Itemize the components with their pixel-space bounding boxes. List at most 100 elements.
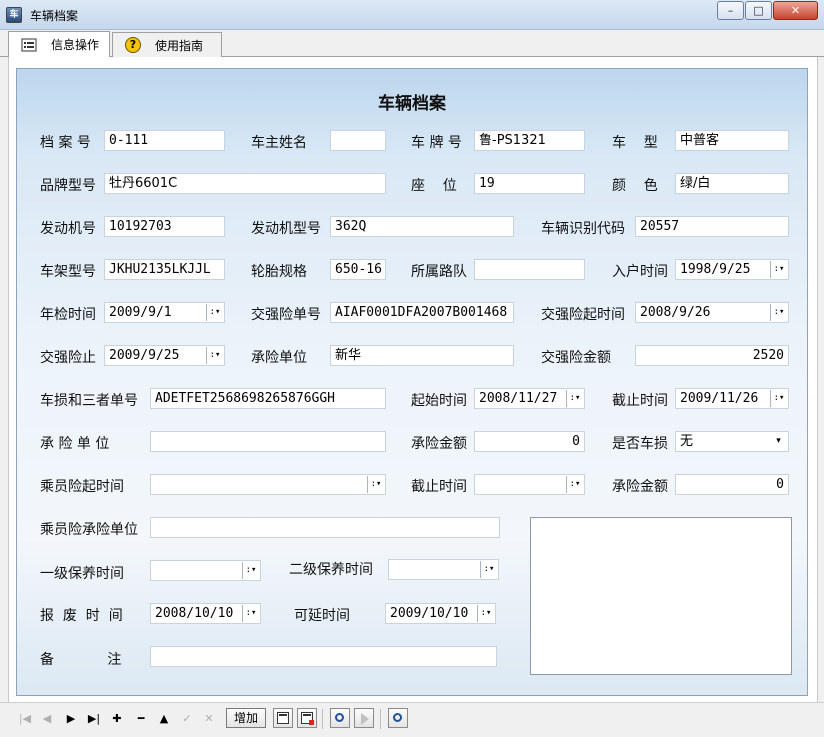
print-setup-icon[interactable]: [297, 708, 317, 728]
label-frame-model: 车架型号: [40, 264, 96, 280]
compulsory-start-picker[interactable]: 2008/9/26 :▾: [635, 302, 789, 323]
color-field[interactable]: 绿/白: [675, 173, 789, 194]
chevron-down-icon[interactable]: :▾: [770, 304, 787, 321]
label-insured-amount: 承险金额: [411, 436, 467, 452]
chevron-down-icon[interactable]: :▾: [566, 476, 583, 493]
brand-model-field[interactable]: 牡丹6601C: [104, 173, 386, 194]
frame-model-field[interactable]: JKHU2135LKJJL: [104, 259, 225, 280]
compulsory-end-picker[interactable]: 2009/9/25 :▾: [104, 345, 225, 366]
vehicle-damage-select[interactable]: 无 ▾: [675, 431, 789, 452]
compulsory-end-value: 2009/9/25: [109, 348, 180, 363]
extend-date-picker[interactable]: 2009/10/10 :▾: [385, 603, 496, 624]
label-car-type: 车 型: [612, 135, 658, 151]
post-record-button[interactable]: ✓: [178, 710, 196, 728]
label-scrap-date: 报 废 时 间: [40, 608, 123, 624]
damage-third-no-field[interactable]: ADETFET2568698265876GGH: [150, 388, 386, 409]
preview-icon[interactable]: [388, 708, 408, 728]
remarks-field[interactable]: [150, 646, 497, 667]
label-extend-date: 可延时间: [294, 608, 350, 624]
chevron-down-icon[interactable]: ▾: [770, 433, 787, 450]
car-type-field[interactable]: 中普客: [675, 130, 789, 151]
next-record-button[interactable]: ▶: [62, 710, 80, 728]
start-date-picker[interactable]: 2008/11/27 :▾: [474, 388, 585, 409]
engine-model-field[interactable]: 362Q: [330, 216, 514, 237]
label-engine-model: 发动机型号: [251, 221, 321, 237]
owner-name-field[interactable]: [330, 130, 386, 151]
prior-record-button[interactable]: ◀: [38, 710, 56, 728]
search-icon[interactable]: [330, 708, 350, 728]
title-bar: 车 车辆档案 – □ ✕: [0, 0, 824, 30]
maintenance2-picker[interactable]: :▾: [388, 559, 499, 580]
chevron-down-icon[interactable]: :▾: [242, 562, 259, 579]
close-button[interactable]: ✕: [773, 1, 818, 20]
compulsory-amount-field[interactable]: 2520: [635, 345, 789, 366]
minimize-button[interactable]: –: [717, 1, 744, 20]
label-owner-name: 车主姓名: [251, 135, 307, 151]
photo-box[interactable]: [530, 517, 792, 675]
chevron-down-icon[interactable]: :▾: [477, 605, 494, 622]
label-compulsory-no: 交强险单号: [251, 307, 321, 323]
label-compulsory-start: 交强险起时间: [541, 307, 625, 323]
tab-user-guide[interactable]: ? 使用指南: [112, 32, 222, 57]
insert-record-button[interactable]: ✚: [108, 710, 126, 728]
print-icon[interactable]: [273, 708, 293, 728]
inspection-date-picker[interactable]: 2009/9/1 :▾: [104, 302, 225, 323]
passenger-end-picker[interactable]: :▾: [474, 474, 585, 495]
cancel-edit-button[interactable]: ✕: [200, 710, 218, 728]
label-end-date: 截止时间: [612, 393, 668, 409]
label-plate-no: 车 牌 号: [411, 135, 462, 151]
maximize-button[interactable]: □: [745, 1, 772, 20]
vin-field[interactable]: 20557: [635, 216, 789, 237]
chevron-down-icon[interactable]: :▾: [480, 561, 497, 578]
maintenance1-picker[interactable]: :▾: [150, 560, 261, 581]
chevron-down-icon[interactable]: :▾: [367, 476, 384, 493]
edit-record-button[interactable]: ▲: [155, 710, 173, 728]
add-button[interactable]: 增加: [226, 708, 266, 728]
label-vehicle-damage: 是否车损: [612, 436, 668, 452]
label-maintenance1: 一级保养时间: [40, 566, 124, 582]
label-damage-third-no: 车损和三者单号: [40, 393, 138, 409]
start-date-value: 2008/11/27: [479, 391, 558, 406]
insured-amount-field[interactable]: 0: [474, 431, 585, 452]
plate-no-field[interactable]: 鲁-PS1321: [474, 130, 585, 151]
seats-field[interactable]: 19: [474, 173, 585, 194]
label-passenger-start: 乘员险起时间: [40, 479, 124, 495]
label-file-no: 档 案 号: [40, 135, 91, 151]
play-icon[interactable]: [354, 708, 374, 728]
chevron-down-icon[interactable]: :▾: [770, 261, 787, 278]
chevron-down-icon[interactable]: :▾: [566, 390, 583, 407]
label-color: 颜 色: [612, 178, 658, 194]
tab-info-operation[interactable]: 信息操作: [8, 31, 110, 57]
insurer-field[interactable]: 新华: [330, 345, 514, 366]
delete-record-button[interactable]: ━: [132, 710, 150, 728]
label-remarks: 备 注: [40, 652, 122, 668]
entry-date-value: 1998/9/25: [680, 262, 751, 277]
end-date-picker[interactable]: 2009/11/26 :▾: [675, 388, 789, 409]
chevron-down-icon[interactable]: :▾: [770, 390, 787, 407]
insurer2-field[interactable]: [150, 431, 386, 452]
chevron-down-icon[interactable]: :▾: [242, 605, 259, 622]
label-vin: 车辆识别代码: [541, 221, 625, 237]
form-title: 车辆档案: [378, 94, 446, 114]
chevron-down-icon[interactable]: :▾: [206, 347, 223, 364]
label-passenger-end: 截止时间: [411, 479, 467, 495]
file-no-field[interactable]: 0-111: [104, 130, 225, 151]
navigator-toolbar: |◀ ◀ ▶ ▶| ✚ ━ ▲ ✓ ✕ 增加: [0, 702, 824, 737]
compulsory-start-value: 2008/9/26: [640, 305, 711, 320]
scrap-date-picker[interactable]: 2008/10/10 :▾: [150, 603, 261, 624]
passenger-amount-field[interactable]: 0: [675, 474, 789, 495]
scrap-date-value: 2008/10/10: [155, 606, 234, 621]
tire-spec-field[interactable]: 650-16: [330, 259, 386, 280]
route-team-field[interactable]: [474, 259, 585, 280]
vehicle-damage-value: 无: [680, 434, 694, 449]
passenger-insurer-field[interactable]: [150, 517, 500, 538]
compulsory-no-field[interactable]: AIAF0001DFA2007B001468: [330, 302, 514, 323]
passenger-start-picker[interactable]: :▾: [150, 474, 386, 495]
window-controls: – □ ✕: [716, 1, 818, 20]
entry-date-picker[interactable]: 1998/9/25 :▾: [675, 259, 789, 280]
list-icon: [21, 37, 37, 53]
last-record-button[interactable]: ▶|: [84, 710, 104, 728]
first-record-button[interactable]: |◀: [16, 710, 34, 728]
engine-no-field[interactable]: 10192703: [104, 216, 225, 237]
chevron-down-icon[interactable]: :▾: [206, 304, 223, 321]
